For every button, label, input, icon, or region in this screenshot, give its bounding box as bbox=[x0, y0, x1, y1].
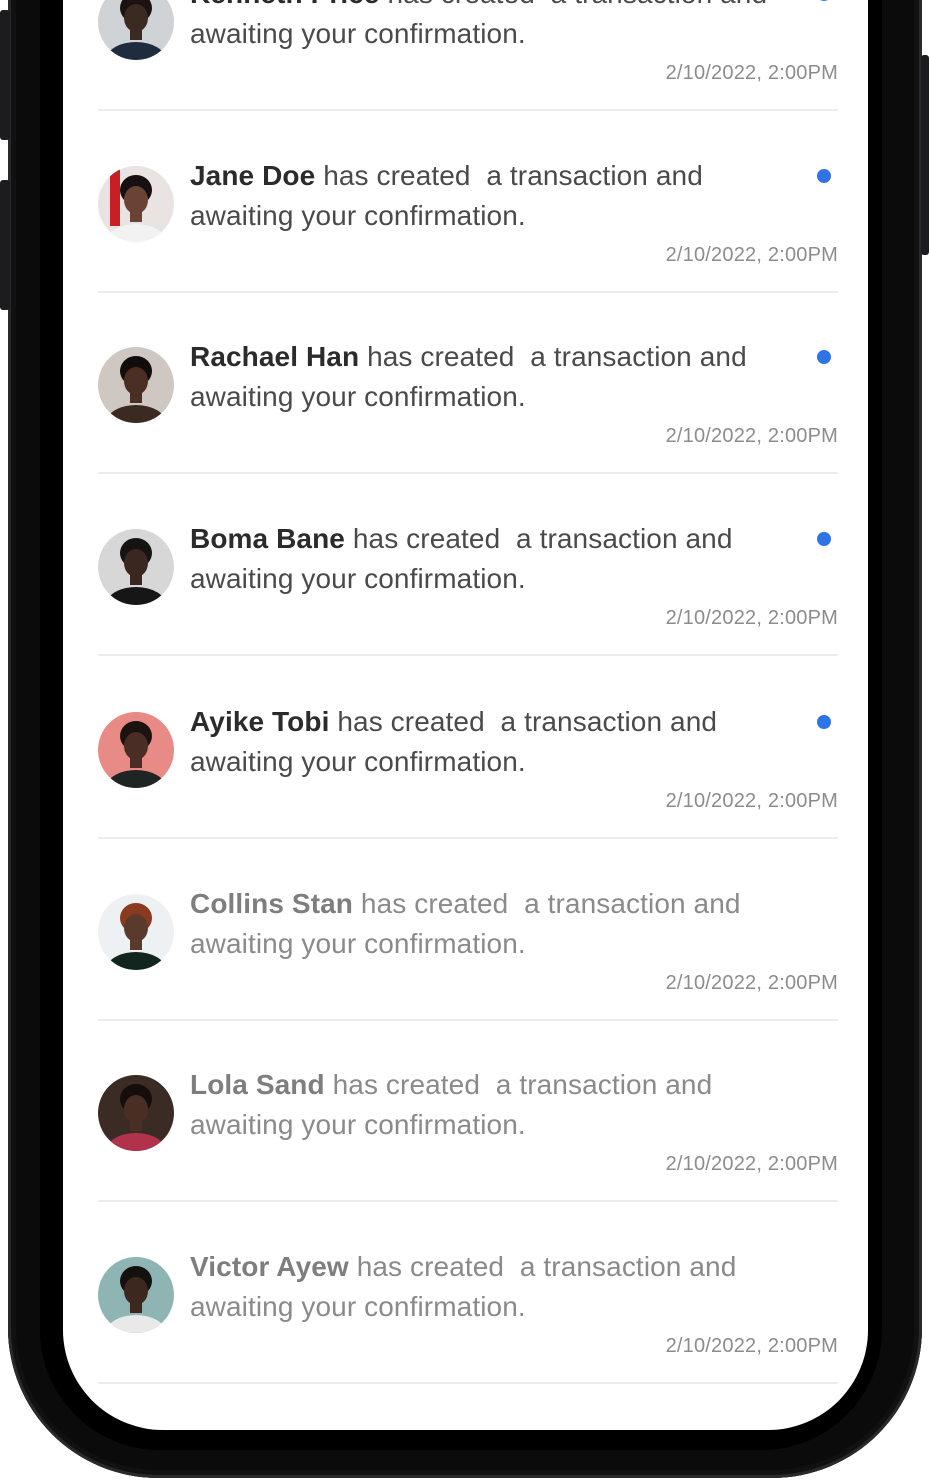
notification-status-text: awaiting your confirmation. bbox=[190, 562, 526, 594]
notification-status-text: awaiting your confirmation. bbox=[190, 927, 526, 959]
user-avatar bbox=[98, 893, 174, 970]
user-avatar bbox=[98, 528, 174, 605]
notification-item[interactable]: Boma Bane has created a transaction and a… bbox=[98, 510, 838, 691]
unread-indicator-dot bbox=[817, 715, 831, 729]
notification-action-text: has created a transaction and bbox=[332, 1069, 713, 1100]
user-avatar bbox=[98, 1256, 174, 1333]
notification-action-text: has created a transaction and bbox=[337, 706, 718, 737]
list-divider bbox=[98, 1200, 838, 1202]
sender-name: Kenneth Price bbox=[190, 0, 380, 9]
sender-name: Boma Bane bbox=[190, 522, 345, 554]
notification-status-text: awaiting your confirmation. bbox=[190, 18, 526, 49]
notification-message: Lola Sand has created a transaction and a… bbox=[190, 1065, 790, 1145]
notification-item[interactable]: Rachael Han has created a transaction an… bbox=[98, 328, 838, 509]
phone-screen: Kenneth Price has created a transaction … bbox=[63, 0, 868, 1430]
notification-item[interactable]: Collins Stan has created a transaction a… bbox=[98, 875, 838, 1056]
notification-status-text: awaiting your confirmation. bbox=[190, 381, 526, 412]
list-divider bbox=[98, 472, 838, 474]
volume-up-button bbox=[0, 10, 10, 140]
notification-message: Kenneth Price has created a transaction … bbox=[190, 0, 790, 54]
notification-timestamp: 2/10/2022, 2:00PM bbox=[665, 1153, 838, 1175]
notification-action-text: has created a transaction and bbox=[360, 887, 741, 919]
notification-timestamp: 2/10/2022, 2:00PM bbox=[665, 62, 838, 84]
list-divider bbox=[98, 1381, 838, 1384]
notification-action-text: has created a transaction and bbox=[387, 0, 767, 9]
unread-indicator-dot bbox=[817, 350, 831, 364]
user-avatar bbox=[98, 0, 174, 60]
power-button bbox=[921, 55, 929, 255]
notification-message: Jane Doe has created a transaction and aw… bbox=[190, 156, 790, 236]
sender-name: Collins Stan bbox=[190, 887, 353, 919]
notification-item[interactable]: Lola Sand has created a transaction and a… bbox=[98, 1056, 838, 1237]
unread-indicator-dot bbox=[817, 168, 831, 183]
notification-timestamp: 2/10/2022, 2:00PM bbox=[665, 790, 838, 812]
notification-message: Rachael Han has created a transaction an… bbox=[190, 337, 790, 417]
notification-item[interactable]: Ayike Tobi has created a transaction and… bbox=[98, 693, 838, 874]
notification-timestamp: 2/10/2022, 2:00PM bbox=[665, 425, 838, 447]
sender-name: Victor Ayew bbox=[190, 1250, 349, 1282]
notification-status-text: awaiting your confirmation. bbox=[190, 199, 526, 231]
notification-status-text: awaiting your confirmation. bbox=[190, 1290, 526, 1322]
notification-action-text: has created a transaction and bbox=[352, 522, 733, 554]
list-divider bbox=[98, 290, 838, 293]
notification-action-text: has created a transaction and bbox=[323, 159, 703, 191]
list-divider bbox=[98, 109, 838, 111]
notification-message: Boma Bane has created a transaction and a… bbox=[190, 519, 790, 599]
notification-timestamp: 2/10/2022, 2:00PM bbox=[665, 1334, 838, 1357]
list-divider bbox=[98, 653, 838, 656]
notification-item[interactable]: Kenneth Price has created a transaction … bbox=[98, 0, 838, 146]
user-avatar bbox=[98, 1075, 174, 1151]
notification-timestamp: 2/10/2022, 2:00PM bbox=[665, 243, 838, 266]
unread-indicator-dot bbox=[817, 0, 831, 1]
unread-indicator-dot bbox=[817, 531, 831, 546]
notification-status-text: awaiting your confirmation. bbox=[190, 1109, 526, 1140]
notification-item[interactable]: Victor Ayew has created a transaction an… bbox=[98, 1238, 838, 1419]
notification-status-text: awaiting your confirmation. bbox=[190, 746, 526, 777]
notification-message: Collins Stan has created a transaction a… bbox=[190, 884, 790, 964]
device-mockup: Kenneth Price has created a transaction … bbox=[0, 0, 929, 1484]
sender-name: Rachael Han bbox=[190, 341, 360, 372]
sender-name: Ayike Tobi bbox=[190, 706, 330, 737]
sender-name: Jane Doe bbox=[190, 159, 316, 191]
user-avatar bbox=[98, 165, 174, 242]
notification-item[interactable]: Jane Doe has created a transaction and aw… bbox=[98, 147, 838, 328]
user-avatar bbox=[98, 712, 174, 788]
list-divider bbox=[98, 1018, 838, 1021]
list-divider bbox=[98, 837, 838, 839]
notification-timestamp: 2/10/2022, 2:00PM bbox=[665, 971, 838, 994]
notification-timestamp: 2/10/2022, 2:00PM bbox=[665, 606, 838, 629]
notification-message: Ayike Tobi has created a transaction and… bbox=[190, 702, 790, 782]
notification-message: Victor Ayew has created a transaction an… bbox=[190, 1247, 790, 1327]
notification-action-text: has created a transaction and bbox=[356, 1250, 737, 1282]
sender-name: Lola Sand bbox=[190, 1069, 325, 1100]
user-avatar bbox=[98, 347, 174, 423]
notification-action-text: has created a transaction and bbox=[367, 341, 747, 372]
volume-down-button bbox=[0, 180, 10, 310]
